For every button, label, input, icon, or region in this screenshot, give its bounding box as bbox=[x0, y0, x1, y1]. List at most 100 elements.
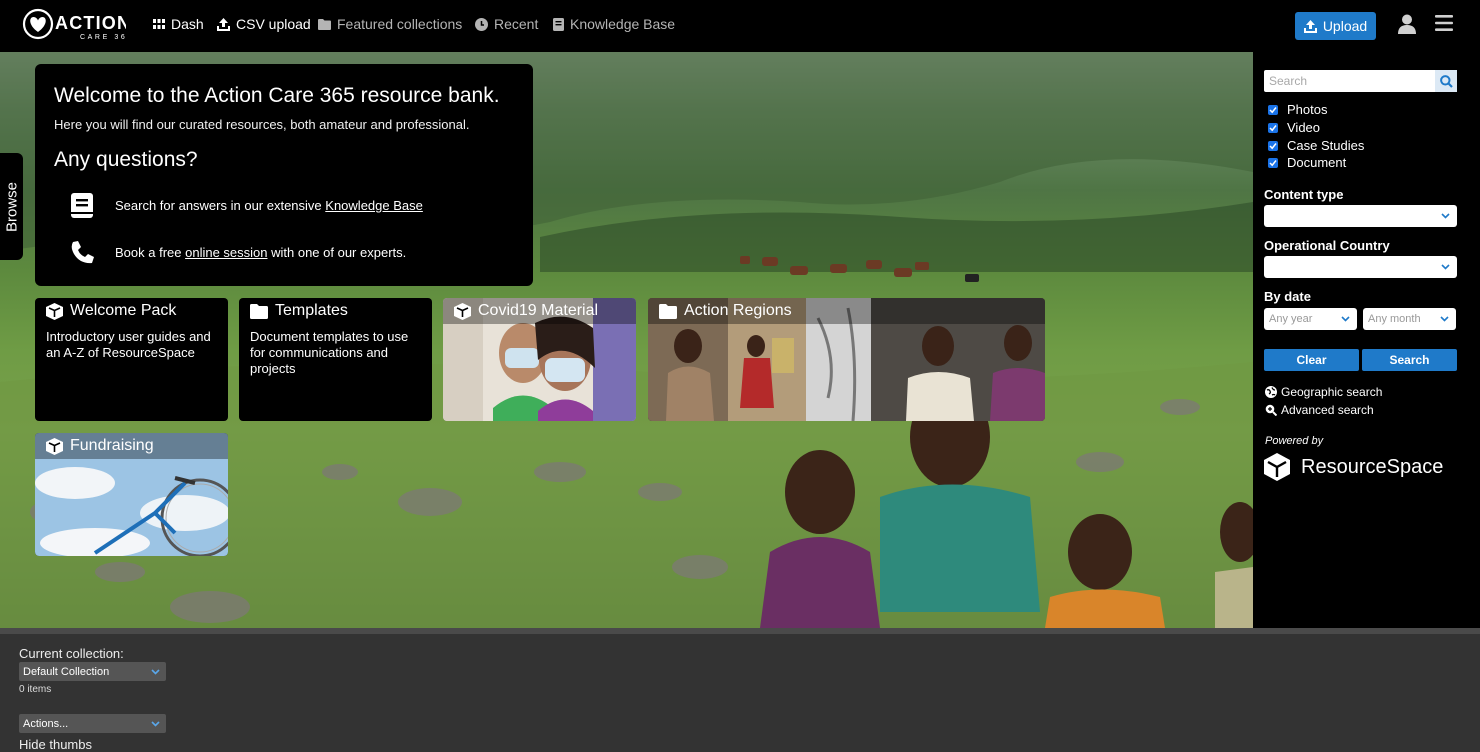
tile-title: Covid19 Material bbox=[478, 302, 599, 319]
search-input[interactable] bbox=[1264, 70, 1434, 92]
checkbox-document[interactable]: Document bbox=[1268, 155, 1346, 170]
tile-description: Introductory user guides and an A-Z of R… bbox=[46, 329, 211, 360]
tile-header: Templates bbox=[239, 298, 432, 324]
grid-icon bbox=[153, 19, 165, 29]
nav-knowledge-base[interactable]: Knowledge Base bbox=[553, 16, 675, 32]
chevron-down-icon bbox=[1341, 316, 1350, 322]
country-select[interactable] bbox=[1264, 256, 1457, 278]
tile-title: Welcome Pack bbox=[70, 302, 177, 319]
advanced-search-link[interactable]: Advanced search bbox=[1265, 403, 1374, 417]
search-sidebar: Photos Video Case Studies Document Conte… bbox=[1253, 52, 1480, 628]
checkbox-checked-icon bbox=[1268, 122, 1278, 133]
tile-title: Templates bbox=[275, 302, 348, 319]
cube-icon bbox=[454, 302, 471, 320]
resourcespace-logo[interactable]: ResourceSpace bbox=[1263, 453, 1443, 481]
tile-fundraising[interactable]: Fundraising bbox=[35, 433, 228, 556]
chevron-down-icon bbox=[1440, 316, 1449, 322]
powered-by-label: Powered by bbox=[1265, 435, 1324, 447]
month-select[interactable]: Any month bbox=[1363, 308, 1456, 330]
session-prefix-text: Book a free bbox=[115, 244, 186, 260]
country-label: Operational Country bbox=[1264, 238, 1390, 253]
tile-action-regions[interactable]: Action Regions bbox=[648, 298, 1045, 421]
search-box bbox=[1264, 70, 1457, 92]
user-icon[interactable] bbox=[1397, 14, 1417, 39]
checkbox-label: Video bbox=[1287, 120, 1321, 135]
tile-header: Action Regions bbox=[648, 298, 1045, 324]
collection-bar: Current collection: Default Collection 0… bbox=[0, 628, 1480, 752]
chevron-down-icon bbox=[1441, 264, 1450, 270]
browse-tab[interactable]: Browse bbox=[0, 153, 23, 260]
nav-dash-label: Dash bbox=[171, 16, 204, 32]
checkbox-label: Case Studies bbox=[1287, 138, 1365, 153]
knowledge-base-row: Search for answers in our extensive Know… bbox=[65, 193, 423, 218]
current-collection-label: Current collection: bbox=[19, 646, 124, 661]
checkbox-checked-icon bbox=[1268, 157, 1278, 168]
checkbox-video[interactable]: Video bbox=[1268, 120, 1320, 135]
nav-csv-upload-label: CSV upload bbox=[236, 16, 311, 32]
online-session-link[interactable]: online session bbox=[185, 245, 267, 260]
search-icon[interactable] bbox=[1435, 70, 1457, 92]
advanced-search-label: Advanced search bbox=[1281, 403, 1374, 417]
upload-button-label: Upload bbox=[1322, 18, 1368, 34]
collection-select[interactable]: Default Collection bbox=[19, 662, 166, 681]
items-count: 0 items bbox=[19, 684, 52, 695]
year-select[interactable]: Any year bbox=[1264, 308, 1357, 330]
online-session-row: Book a free online session with one of o… bbox=[65, 240, 406, 264]
nav-recent-label: Recent bbox=[494, 16, 539, 32]
geographic-search-link[interactable]: Geographic search bbox=[1265, 385, 1382, 399]
phone-icon bbox=[71, 241, 94, 264]
nav-featured-collections-label: Featured collections bbox=[337, 16, 463, 32]
chevron-down-icon bbox=[1441, 213, 1450, 219]
month-select-value: Any month bbox=[1368, 313, 1421, 325]
tile-description: Document templates to use for communicat… bbox=[250, 329, 409, 376]
svg-text:ACTION: ACTION bbox=[55, 13, 126, 33]
kb-prefix-text: Search for answers in our extensive bbox=[115, 198, 326, 213]
hamburger-menu-icon[interactable] bbox=[1435, 15, 1453, 36]
knowledge-base-link[interactable]: Knowledge Base bbox=[325, 198, 423, 213]
search-plus-icon bbox=[1265, 404, 1277, 416]
nav-featured-collections[interactable]: Featured collections bbox=[318, 16, 462, 32]
questions-title: Any questions? bbox=[54, 148, 198, 171]
folder-icon bbox=[318, 18, 331, 30]
by-date-label: By date bbox=[1264, 289, 1311, 304]
nav-dash[interactable]: Dash bbox=[153, 16, 204, 32]
content-type-label: Content type bbox=[1264, 187, 1344, 202]
tile-covid19-material[interactable]: Covid19 Material bbox=[443, 298, 636, 421]
search-button[interactable]: Search bbox=[1362, 349, 1457, 371]
upload-button[interactable]: Upload bbox=[1295, 12, 1376, 40]
nav-knowledge-base-label: Knowledge Base bbox=[570, 16, 676, 32]
hide-thumbs-link[interactable]: Hide thumbs bbox=[19, 737, 92, 752]
actions-select[interactable]: Actions... bbox=[19, 714, 166, 733]
brand-part-resource: Resource bbox=[1301, 455, 1387, 478]
welcome-title: Welcome to the Action Care 365 resource … bbox=[54, 84, 500, 107]
welcome-panel: Welcome to the Action Care 365 resource … bbox=[35, 64, 533, 286]
nav-recent[interactable]: Recent bbox=[475, 16, 538, 32]
svg-text:CARE 365: CARE 365 bbox=[80, 34, 126, 41]
book-icon bbox=[553, 17, 564, 31]
browse-tab-label: Browse bbox=[3, 181, 20, 232]
upload-tray-icon bbox=[217, 17, 230, 31]
checkbox-label: Photos bbox=[1287, 102, 1328, 117]
checkbox-checked-icon bbox=[1268, 140, 1278, 151]
clock-icon bbox=[475, 17, 488, 31]
collection-select-value: Default Collection bbox=[23, 665, 110, 678]
nav-csv-upload[interactable]: CSV upload bbox=[217, 16, 311, 32]
geographic-search-label: Geographic search bbox=[1281, 385, 1383, 399]
checkbox-photos[interactable]: Photos bbox=[1268, 102, 1327, 117]
year-select-value: Any year bbox=[1269, 313, 1313, 325]
book-icon bbox=[71, 193, 93, 218]
tile-welcome-pack[interactable]: Welcome Pack Introductory user guides an… bbox=[35, 298, 228, 421]
chevron-down-icon bbox=[151, 668, 160, 675]
checkbox-case-studies[interactable]: Case Studies bbox=[1268, 138, 1364, 153]
action-care-logo[interactable]: ACTION CARE 365 bbox=[22, 8, 131, 42]
globe-icon bbox=[1265, 386, 1277, 398]
resourcespace-cube-icon bbox=[1264, 453, 1290, 481]
tile-header: Welcome Pack bbox=[35, 298, 228, 324]
top-header: ACTION CARE 365 Dash CSV upload Featured… bbox=[0, 0, 1480, 52]
tile-header: Fundraising bbox=[35, 433, 228, 459]
content-type-select[interactable] bbox=[1264, 205, 1457, 227]
clear-button[interactable]: Clear bbox=[1264, 349, 1359, 371]
tile-templates[interactable]: Templates Document templates to use for … bbox=[239, 298, 432, 421]
upload-icon bbox=[1303, 19, 1317, 33]
cube-icon bbox=[46, 437, 63, 455]
